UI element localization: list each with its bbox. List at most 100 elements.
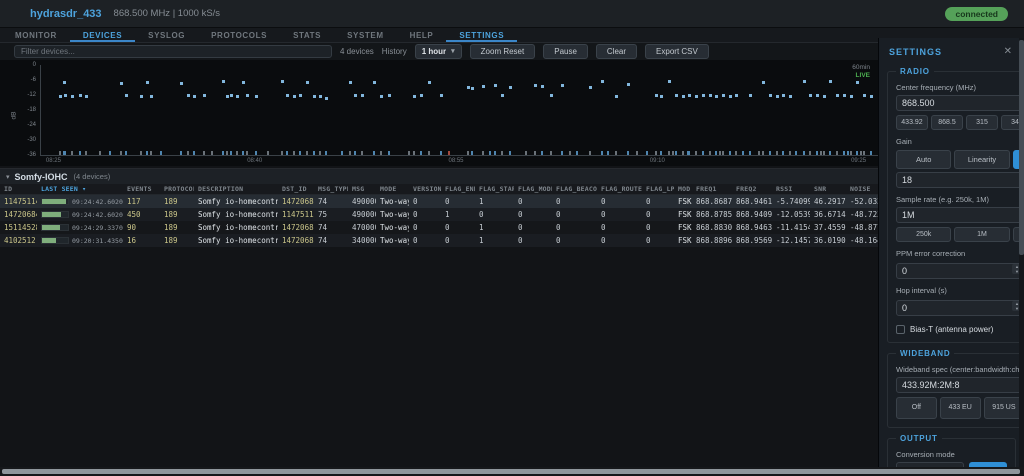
clear-button[interactable]: Clear xyxy=(595,44,638,59)
tab-system[interactable]: SYSTEM xyxy=(334,28,397,42)
export-csv-button[interactable]: Export CSV xyxy=(645,44,709,59)
cell-mod: FSK xyxy=(678,210,692,219)
table-row[interactable]: 15114528 09:24:29.337000 90 189 Somfy io-hom… xyxy=(0,221,1024,234)
cell-last_seen: 09:24:42.602000 xyxy=(37,211,123,219)
data-point xyxy=(348,80,352,84)
column-header-version[interactable]: VERSION xyxy=(409,184,441,194)
horizontal-scrollbar[interactable] xyxy=(0,467,1024,476)
cell-flag_end: 0 xyxy=(445,236,450,245)
wideband-preset-433-eu[interactable]: 433 EU xyxy=(939,397,981,419)
column-header-description[interactable]: DESCRIPTION xyxy=(194,184,278,194)
protocol-group-header[interactable]: ▾ Somfy-IOHC (4 devices) xyxy=(0,168,1024,184)
rate-preset-1m[interactable]: 1M xyxy=(954,227,1010,242)
filter-devices-input[interactable] xyxy=(14,45,332,58)
table-row[interactable]: 14720684 09:24:42.602000 450 189 Somfy io-ho… xyxy=(0,208,1024,221)
bias-t-checkbox[interactable] xyxy=(896,325,905,334)
activity-tick xyxy=(63,151,66,155)
tab-help[interactable]: HELP xyxy=(397,28,447,42)
pause-button[interactable]: Pause xyxy=(543,44,588,59)
sample-rate-input[interactable] xyxy=(896,207,1024,223)
column-header-flag_routed[interactable]: FLAG_ROUTED xyxy=(597,184,642,194)
panel-scrollbar[interactable] xyxy=(1019,38,1024,476)
data-point xyxy=(202,94,206,97)
rate-preset-250k[interactable]: 250k xyxy=(896,227,952,242)
tab-protocols[interactable]: PROTOCOLS xyxy=(198,28,280,42)
cell-flag_mode: 0 xyxy=(518,210,523,219)
cell-msg: 340000 xyxy=(352,236,376,245)
column-header-freq2[interactable]: FREQ2 xyxy=(732,184,772,194)
column-header-mode[interactable]: MODE xyxy=(376,184,409,194)
table-row[interactable]: 11475114 09:24:42.602000 117 189 Somfy io-ho… xyxy=(0,195,1024,208)
activity-tick xyxy=(221,151,224,155)
wideband-section-title: WIDEBAND xyxy=(900,349,951,358)
column-header-mod[interactable]: MOD xyxy=(674,184,692,194)
column-header-flag_lpm[interactable]: FLAG_LPM xyxy=(642,184,674,194)
column-header-flag_end[interactable]: FLAG_END xyxy=(441,184,475,194)
column-header-snr[interactable]: SNR xyxy=(810,184,846,194)
history-select[interactable]: 1 hour ▾ xyxy=(414,44,462,59)
tab-syslog[interactable]: SYSLOG xyxy=(135,28,198,42)
ppm-input[interactable] xyxy=(896,263,1024,279)
freq-preset-315[interactable]: 315 xyxy=(966,115,998,130)
gain-input[interactable] xyxy=(896,172,1024,188)
tab-stats[interactable]: STATS xyxy=(280,28,334,42)
freq-preset-433-92[interactable]: 433.92 xyxy=(896,115,928,130)
activity-tick xyxy=(849,151,852,155)
activity-tick xyxy=(794,151,797,155)
column-header-protocol[interactable]: PROTOCOL xyxy=(160,184,194,194)
bias-t-label: Bias-T (antenna power) xyxy=(910,325,994,334)
cell-flag_end: 1 xyxy=(445,210,450,219)
bias-t-option[interactable]: Bias-T (antenna power) xyxy=(896,325,1024,334)
data-point xyxy=(802,80,806,83)
column-header-events[interactable]: EVENTS xyxy=(123,184,160,194)
column-header-id[interactable]: ID xyxy=(0,184,37,194)
device-toolbar: 4 devices History 1 hour ▾ Zoom Reset Pa… xyxy=(0,43,1024,60)
data-point xyxy=(681,94,685,98)
data-point xyxy=(387,94,391,98)
tab-monitor[interactable]: MONITOR xyxy=(2,28,70,42)
zoom-reset-button[interactable]: Zoom Reset xyxy=(469,44,536,59)
column-header-flag_start[interactable]: FLAG_START xyxy=(475,184,514,194)
gain-mode-auto[interactable]: Auto xyxy=(896,150,952,169)
data-point xyxy=(467,85,471,89)
activity-tick xyxy=(428,151,431,155)
column-header-dst_id[interactable]: DST_ID xyxy=(278,184,314,194)
column-header-msg_type[interactable]: MSG_TYPE xyxy=(314,184,348,194)
activity-tick xyxy=(241,151,244,155)
tab-settings[interactable]: SETTINGS xyxy=(446,28,518,42)
column-header-freq1[interactable]: FREQ1 xyxy=(692,184,732,194)
column-header-flag_mode[interactable]: FLAG_MODE xyxy=(514,184,552,194)
activity-tick xyxy=(467,151,470,155)
column-header-last_seen[interactable]: LAST SEEN ▾ xyxy=(37,184,123,194)
data-point xyxy=(688,93,692,97)
table-row[interactable]: 4102512 09:20:31.435000 16 189 Somfy io-home… xyxy=(0,234,1024,247)
panel-scrollbar-thumb[interactable] xyxy=(1019,40,1024,255)
scatter-plot[interactable]: dB 60min LIVE 0 -6 -12 -18 -24 -30 -36 08:25 08:… xyxy=(0,60,886,166)
gain-mode-linearity[interactable]: Linearity xyxy=(954,150,1010,169)
column-header-flag_beacon[interactable]: FLAG_BEACON xyxy=(552,184,597,194)
activity-tick xyxy=(306,151,309,155)
cell-events: 90 xyxy=(127,223,137,232)
horizontal-scrollbar-thumb[interactable] xyxy=(2,469,1020,474)
cell-flag_mode: 0 xyxy=(518,223,523,232)
data-point xyxy=(862,94,866,98)
wideband-spec-input[interactable] xyxy=(896,377,1024,393)
last-seen-time: 09:20:31.435000 xyxy=(72,236,123,245)
column-header-msg[interactable]: MSG xyxy=(348,184,376,194)
wideband-preset-915-us[interactable]: 915 US xyxy=(983,397,1024,419)
data-point xyxy=(229,94,233,97)
data-point xyxy=(809,94,813,98)
hop-interval-input[interactable] xyxy=(896,300,1024,316)
column-header-rssi[interactable]: RSSI xyxy=(772,184,810,194)
freq-preset-868-5[interactable]: 868.5 xyxy=(931,115,963,130)
wideband-preset-off[interactable]: Off xyxy=(896,397,937,419)
data-point xyxy=(255,94,259,98)
collapse-chevron-icon[interactable]: ▾ xyxy=(6,173,10,181)
data-point xyxy=(241,80,245,84)
cell-flag_beacon: 0 xyxy=(556,223,561,232)
cell-flag_start: 0 xyxy=(479,210,484,219)
close-icon[interactable]: ✕ xyxy=(1004,46,1012,57)
tab-devices[interactable]: DEVICES xyxy=(69,28,136,42)
center-frequency-input[interactable] xyxy=(896,95,1024,111)
activity-tick xyxy=(420,151,423,155)
